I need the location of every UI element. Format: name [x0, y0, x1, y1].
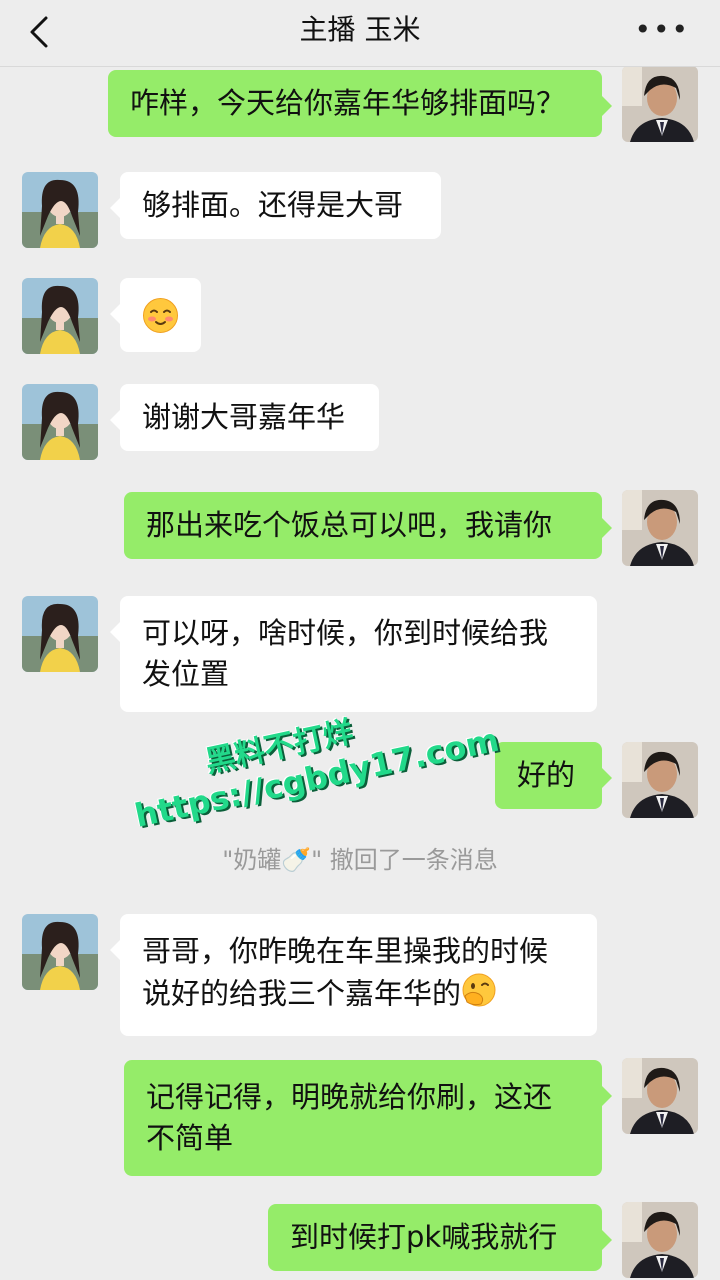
- recall-notice: "奶罐🍼" 撤回了一条消息: [222, 846, 498, 874]
- message-text: 那出来吃个饭总可以吧，我请你: [146, 508, 553, 542]
- message-text: 谢谢大哥嘉年华: [142, 400, 346, 434]
- my-avatar[interactable]: [622, 66, 698, 142]
- message-text: 到时候打pk喊我就行: [290, 1220, 558, 1254]
- message-text: 够排面。还得是大哥: [142, 188, 404, 222]
- message-text: 可以呀，啥时候，你到时候给我发位置: [142, 616, 549, 691]
- message-bubble-incoming[interactable]: 哥哥，你昨晚在车里操我的时候说好的给我三个嘉年华的: [110, 914, 597, 1036]
- my-avatar[interactable]: [622, 1202, 698, 1278]
- contact-avatar[interactable]: [22, 914, 98, 990]
- message-bubble-incoming[interactable]: [110, 278, 201, 352]
- message-text: 好的: [517, 758, 576, 792]
- message-bubble-outgoing[interactable]: 那出来吃个饭总可以吧，我请你: [124, 492, 612, 559]
- contact-avatar[interactable]: [22, 384, 98, 460]
- contact-avatar[interactable]: [22, 596, 98, 672]
- message-bubble-outgoing[interactable]: 到时候打pk喊我就行: [268, 1204, 612, 1271]
- my-avatar[interactable]: [622, 742, 698, 818]
- chat-header: 主播 玉米 •••: [0, 0, 720, 67]
- message-bubble-outgoing[interactable]: 记得记得，明晚就给你刷，这还不简单: [124, 1060, 612, 1176]
- message-bubble-incoming[interactable]: 谢谢大哥嘉年华: [110, 384, 379, 451]
- message-text: 记得记得，明晚就给你刷，这还不简单: [146, 1080, 553, 1155]
- message-bubble-incoming[interactable]: 可以呀，啥时候，你到时候给我发位置: [110, 596, 597, 712]
- message-text: 咋样，今天给你嘉年华够排面吗？: [130, 86, 566, 120]
- chat-title: 主播 玉米: [299, 13, 421, 46]
- contact-avatar[interactable]: [22, 172, 98, 248]
- message-bubble-incoming[interactable]: 够排面。还得是大哥: [110, 172, 441, 239]
- my-avatar[interactable]: [622, 1058, 698, 1134]
- more-options-icon[interactable]: •••: [634, 16, 690, 44]
- my-avatar[interactable]: [622, 490, 698, 566]
- blushing-face-icon: [143, 298, 178, 333]
- message-bubble-outgoing[interactable]: 好的: [495, 742, 612, 809]
- contact-avatar[interactable]: [22, 278, 98, 354]
- face-with-hand-over-mouth-icon: [461, 972, 497, 1019]
- message-bubble-outgoing[interactable]: 咋样，今天给你嘉年华够排面吗？: [108, 70, 612, 137]
